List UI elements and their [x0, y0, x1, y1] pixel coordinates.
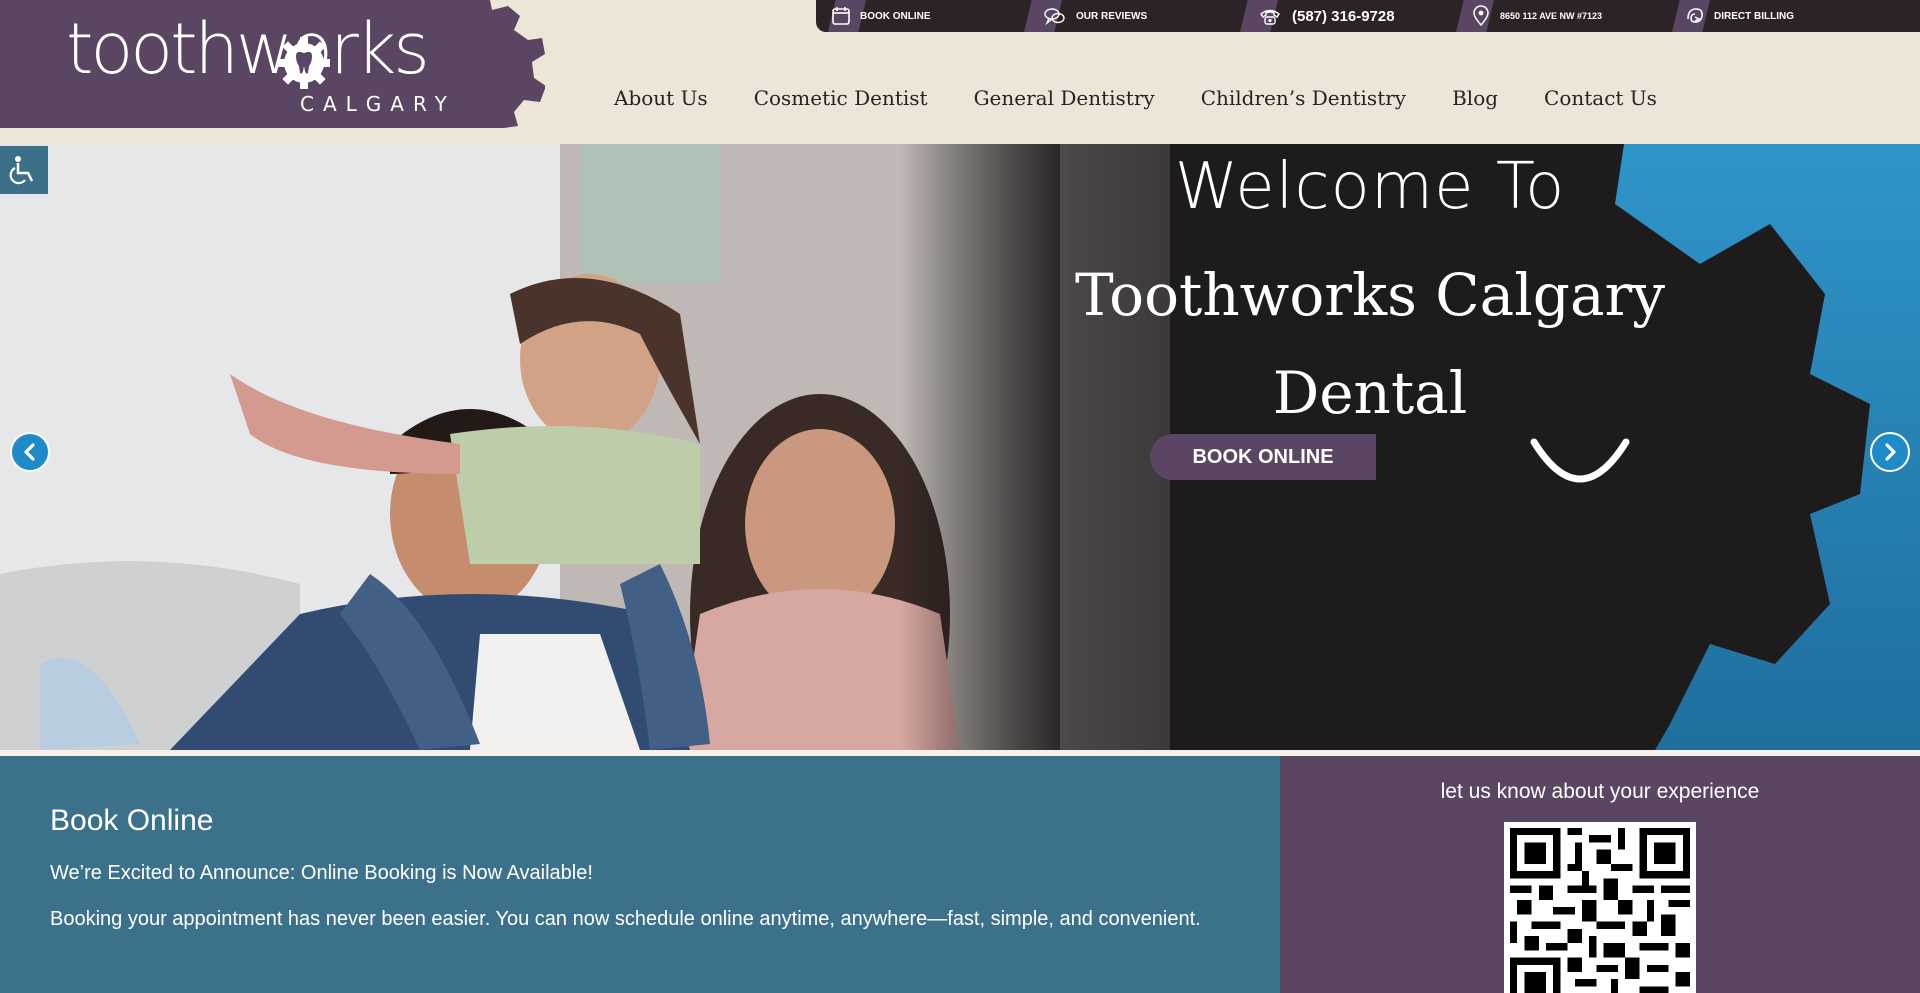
- logo-subtitle: CALGARY: [300, 92, 456, 116]
- top-info-bar: BOOK ONLINE OUR REVIEWS (587) 316-9728 8…: [816, 0, 1920, 32]
- phone-icon: [1260, 9, 1280, 25]
- site-header: toothworks CALGARY BOOK ONLINE OUR REVIE…: [0, 0, 1920, 144]
- main-navigation: About Us Cosmetic Dentist General Dentis…: [614, 86, 1703, 110]
- nav-childrens-dentistry[interactable]: Children’s Dentistry: [1201, 86, 1406, 110]
- topbar-address-label: 8650 112 AVE NW #7123: [1500, 11, 1603, 21]
- map-pin-icon: [1473, 5, 1489, 27]
- tooth-gear-icon: [278, 37, 330, 89]
- booking-description-text: Booking your appointment has never been …: [50, 908, 1201, 930]
- accessibility-button[interactable]: [0, 146, 48, 194]
- chevron-right-icon: [1885, 443, 1896, 461]
- nav-general-dentistry[interactable]: General Dentistry: [974, 86, 1155, 110]
- wheelchair-icon: [9, 156, 34, 185]
- topbar-phone-number: (587) 316-9728: [1292, 7, 1395, 25]
- family-photo: [0, 144, 1060, 750]
- topbar-address-link[interactable]: 8650 112 AVE NW #7123: [1470, 0, 1602, 32]
- hero-book-online-button[interactable]: BOOK ONLINE: [1150, 434, 1376, 480]
- topbar-book-online-link[interactable]: BOOK ONLINE: [830, 0, 931, 32]
- review-qr-code[interactable]: [1504, 822, 1696, 993]
- logo-wordmark: toothworks: [66, 8, 430, 90]
- smile-icon: [1530, 438, 1630, 483]
- nav-contact-us[interactable]: Contact Us: [1544, 86, 1657, 110]
- nav-about-us[interactable]: About Us: [614, 86, 708, 110]
- feedback-prompt: let us know about your experience: [1440, 780, 1760, 803]
- chevron-left-icon: [24, 443, 35, 461]
- feedback-panel: let us know about your experience: [1280, 756, 1920, 993]
- nav-blog[interactable]: Blog: [1452, 86, 1498, 110]
- slider-prev-button[interactable]: [10, 432, 50, 472]
- topbar-reviews-link[interactable]: OUR REVIEWS: [1040, 0, 1147, 32]
- nav-cosmetic-dentist[interactable]: Cosmetic Dentist: [754, 86, 928, 110]
- hero-practice-name: Toothworks Calgary Dental: [1070, 246, 1670, 442]
- topbar-phone-link[interactable]: (587) 316-9728: [1256, 0, 1395, 32]
- qr-code-icon: [1510, 828, 1690, 993]
- site-logo[interactable]: toothworks CALGARY: [0, 0, 545, 128]
- topbar-direct-billing-link[interactable]: DIRECT BILLING: [1684, 0, 1794, 32]
- booking-announcement: Book Online We’re Excited to Announce: O…: [0, 756, 1280, 993]
- billing-icon: [1687, 8, 1703, 23]
- booking-title: Book Online: [50, 804, 214, 837]
- topbar-direct-billing-label: DIRECT BILLING: [1714, 10, 1794, 22]
- topbar-reviews-label: OUR REVIEWS: [1076, 10, 1148, 22]
- hero-practice-line2: Dental: [1272, 359, 1468, 427]
- hero-practice-line1: Toothworks Calgary: [1074, 261, 1666, 329]
- hero-welcome-heading: Welcome To: [1174, 150, 1566, 224]
- speech-bubbles-icon: [1044, 8, 1065, 26]
- hero-slider: Welcome To Toothworks Calgary Dental BOO…: [0, 144, 1920, 750]
- topbar-book-online-label: BOOK ONLINE: [860, 10, 931, 22]
- slider-next-button[interactable]: [1870, 432, 1910, 472]
- booking-announcement-text: We’re Excited to Announce: Online Bookin…: [50, 862, 593, 884]
- calendar-icon: [832, 7, 850, 25]
